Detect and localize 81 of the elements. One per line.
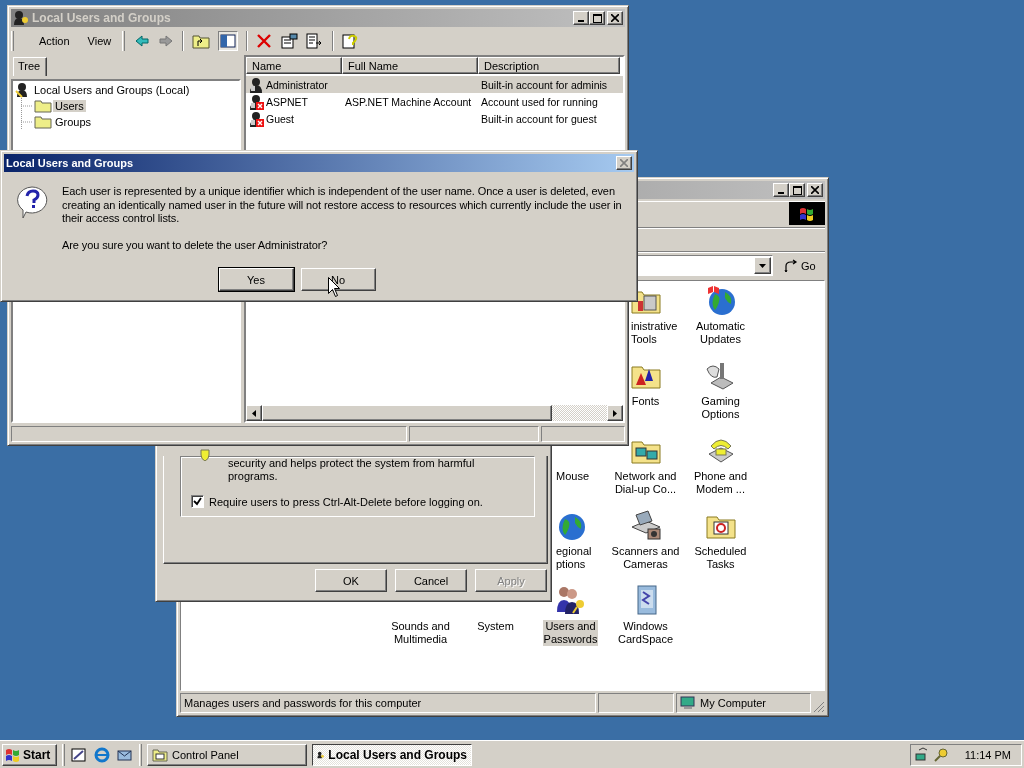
table-cell: ASP.NET Machine Account (345, 95, 472, 108)
scroll-left-icon[interactable] (246, 405, 262, 421)
control-panel-item[interactable]: Scheduled Tasks (693, 545, 748, 571)
windows-logo-icon (789, 202, 825, 225)
table-cell: Guest (266, 112, 294, 125)
tree-line-icon (21, 114, 33, 130)
dialog-question: Are you sure you want to delete the user Administrator? (62, 238, 329, 252)
checkbox-label: Require users to press Ctrl-Alt-Delete before logging on. (209, 495, 483, 508)
control-panel-item[interactable]: Automatic Updates (695, 320, 746, 346)
clock: 11:14 PM (964, 748, 1012, 761)
go-arrow-icon (783, 258, 799, 273)
folder-icon (34, 115, 52, 129)
control-panel-item[interactable]: System (476, 620, 515, 633)
control-panel-item[interactable]: Users and Passwords (542, 620, 599, 646)
delete-icon[interactable] (256, 33, 273, 49)
back-arrow-icon[interactable] (134, 33, 151, 49)
table-cell: Built-in account for guest (481, 112, 597, 125)
up-folder-icon[interactable] (192, 33, 211, 49)
close-button[interactable] (616, 156, 632, 170)
folder-icon (152, 747, 168, 762)
maximize-icon (792, 185, 802, 195)
resize-grip-icon[interactable] (813, 701, 825, 713)
windows-flag-icon (5, 747, 21, 762)
control-panel-item[interactable]: Sounds and Multimedia (390, 620, 451, 646)
tree-line-icon (21, 98, 33, 114)
table-cell: Administrator (266, 78, 328, 91)
key-icon[interactable] (933, 746, 949, 763)
column-header[interactable]: Description (478, 57, 620, 74)
table-cell: Built-in account for adminis (481, 78, 608, 91)
table-cell: ASPNET (266, 95, 308, 108)
scanner-icon (629, 509, 662, 541)
status-text: Manages users and passwords for this computer (180, 693, 596, 713)
dialog-button[interactable]: Yes (218, 268, 294, 291)
start-button[interactable]: Start (2, 743, 57, 766)
folder-icon (34, 99, 52, 113)
tree-item[interactable]: Groups (53, 116, 94, 128)
control-panel-item[interactable]: Mouse (555, 470, 591, 483)
control-panel-item[interactable]: Fonts (630, 395, 661, 408)
close-icon (611, 14, 619, 22)
window-title: Local Users and Groups (32, 11, 172, 25)
scroll-right-icon[interactable] (607, 405, 623, 421)
dialog-button[interactable]: Cancel (395, 569, 467, 592)
browser-icon[interactable] (93, 746, 111, 763)
table-row[interactable]: Administrator Built-in account for adminis (246, 76, 623, 93)
users-icon (13, 10, 29, 26)
show-desktop-icon[interactable] (70, 746, 88, 763)
dialog-button[interactable]: OK (315, 569, 387, 592)
close-icon (620, 159, 628, 167)
forward-arrow-icon[interactable] (158, 33, 175, 49)
users-icon (554, 584, 587, 616)
scrollbar-thumb[interactable] (262, 405, 552, 421)
dialog-title: Local Users and Groups (6, 157, 135, 169)
control-panel-item[interactable]: Gaming Options (700, 395, 741, 421)
show-tree-icon[interactable] (218, 31, 239, 51)
taskbar-button[interactable]: Local Users and Groups (312, 743, 472, 766)
column-header[interactable]: Name (246, 57, 342, 74)
tree-item[interactable]: Local Users and Groups (Local) (34, 84, 190, 96)
dialog-message: Each user is represented by a unique identifier which is independent of the user name. Once a user is deleted, even creating an identically named user in the future will not restore access to resources which currently include the user in their access control lists. (62, 185, 623, 226)
status-zone: My Computer (676, 693, 811, 713)
table-cell: Account used for running (481, 95, 598, 108)
maximize-icon (592, 13, 602, 23)
description-text: security and helps protect the system from harmful programs. (228, 457, 476, 483)
tree-item[interactable]: Users (53, 100, 86, 112)
control-panel-item[interactable]: inistrative Tools (630, 320, 679, 346)
control-panel-item[interactable]: Phone and Modem ... (692, 470, 749, 496)
column-header[interactable]: Full Name (342, 57, 478, 74)
control-panel-item[interactable]: Network and Dial-up Co... (613, 470, 678, 496)
control-panel-item[interactable]: Windows CardSpace (616, 620, 674, 646)
close-icon (811, 186, 819, 194)
taskbar-button[interactable]: Control Panel (147, 743, 307, 766)
control-panel-item[interactable]: Scanners and Cameras (610, 545, 681, 571)
go-button[interactable]: Go (779, 258, 821, 273)
checkbox[interactable] (191, 495, 204, 508)
properties-icon[interactable] (280, 33, 299, 49)
control-panel-item[interactable]: egional ptions (555, 545, 593, 571)
menu-item[interactable]: View (85, 35, 114, 47)
question-icon (15, 185, 49, 219)
tree-tab[interactable]: Tree (13, 57, 48, 76)
computer-icon (680, 696, 696, 710)
menu-item[interactable]: Action (37, 35, 72, 47)
shield-icon (200, 449, 210, 461)
